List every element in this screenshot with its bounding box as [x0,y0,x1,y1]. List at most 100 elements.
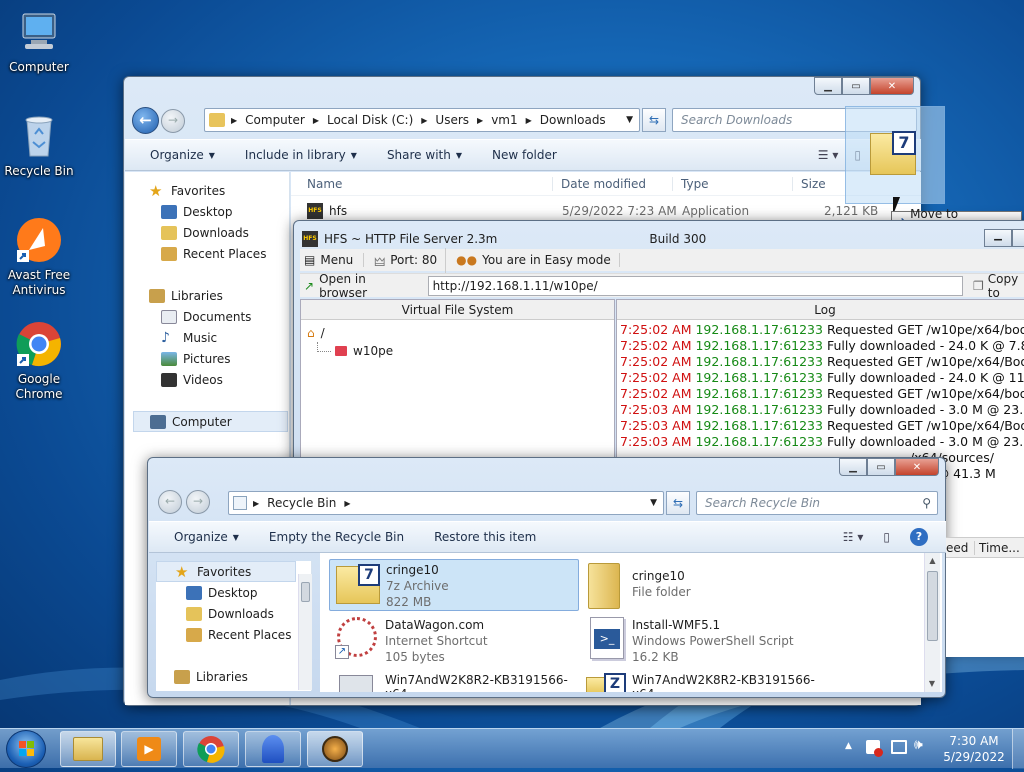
refresh-button[interactable]: ⇆ [642,108,666,132]
nav-recent-places[interactable]: Recent Places [186,624,311,645]
home-icon: ⌂ [307,326,315,340]
breadcrumb-vm1[interactable]: vm1 [491,113,517,127]
address-bar[interactable]: ▶ Recycle Bin ▶ ▼ [228,491,664,515]
copy-to-button[interactable]: ❐ Copy to [967,272,1024,300]
organize-button[interactable]: Organize ▼ [163,530,250,544]
close-button[interactable]: ✕ [870,77,914,95]
url-field[interactable]: http://192.168.1.11/w10pe/ [427,275,963,296]
forward-button[interactable]: → [186,490,210,514]
nav-computer[interactable]: Computer [133,411,288,432]
file-row[interactable]: HFS hfs 5/29/2022 7:23 AM Application 2,… [291,200,921,222]
desktop-icon-avast[interactable]: Avast Free Antivirus [1,216,77,298]
grid-item-win7-kb-1[interactable]: Win7AndW2K8R2-KB3191566-x64 [329,671,579,692]
nav-scrollbar[interactable] [298,574,312,690]
scroll-up-arrow-icon[interactable]: ▲ [925,553,940,569]
nav-label: Downloads [208,606,274,621]
view-options-icon[interactable]: ☰ ▾ [818,148,839,162]
search-input[interactable]: Search Recycle Bin ⚲ [696,491,938,515]
grid-item-install-wmf[interactable]: >_ Install-WMF5.1 Windows PowerShell Scr… [582,615,832,667]
nav-pictures[interactable]: Pictures [161,348,289,369]
forward-button[interactable]: → [161,109,185,133]
back-button[interactable]: ← [132,107,159,134]
grid-item-datawagon[interactable]: ↗ DataWagon.com Internet Shortcut 105 by… [329,615,579,667]
minimize-button[interactable]: ▁ [984,229,1012,247]
help-icon[interactable]: ? [910,528,928,546]
taskbar-media-player[interactable]: ▶ [121,731,177,767]
address-bar[interactable]: ▶ Computer ▶ Local Disk (C:) ▶ Users ▶ v… [204,108,640,132]
port-button[interactable]: 🜲 Port: 80 [364,247,447,273]
open-in-browser-button[interactable]: ↗ Open in browser [300,272,424,300]
taskbar-explorer[interactable] [60,731,116,767]
nav-favorites[interactable]: ★ Favorites [156,561,296,582]
scroll-down-arrow-icon[interactable]: ▼ [925,676,939,692]
chevron-down-icon[interactable]: ▼ [650,498,657,508]
empty-recycle-bin-button[interactable]: Empty the Recycle Bin [258,530,415,544]
vfs-folder[interactable]: w10pe [301,342,614,360]
nav-favorites[interactable]: ★ Favorites [149,180,289,201]
column-header-name[interactable]: Name [291,177,552,191]
share-with-button[interactable]: Share with ▼ [376,148,473,162]
action-center-icon[interactable] [866,740,883,757]
column-header-speed[interactable]: eed [946,541,974,555]
nav-videos[interactable]: Videos [161,369,289,390]
breadcrumb-computer[interactable]: Computer [245,113,305,127]
organize-button[interactable]: Organize ▼ [139,148,226,162]
refresh-button[interactable]: ⇆ [666,491,690,515]
nav-libraries[interactable]: Libraries [149,285,289,306]
view-options-icon[interactable]: ☷ ▾ [843,530,864,544]
nav-downloads[interactable]: Downloads [161,222,289,243]
scroll-thumb[interactable] [927,571,938,641]
maximize-button[interactable]: ▭ [867,458,895,476]
breadcrumb-local-disk[interactable]: Local Disk (C:) [327,113,413,127]
start-button[interactable] [6,730,46,768]
restore-item-button[interactable]: Restore this item [423,530,547,544]
breadcrumb-downloads[interactable]: Downloads [540,113,606,127]
nav-recent-places[interactable]: Recent Places [161,243,289,264]
back-button[interactable]: ← [158,490,182,514]
nav-desktop[interactable]: Desktop [161,201,289,222]
videos-icon [161,372,177,387]
nav-downloads[interactable]: Downloads [186,603,311,624]
taskbar-app-blue[interactable] [245,731,301,767]
grid-item-win7-kb-2[interactable]: Z Win7AndW2K8R2-KB3191566-x64 [582,671,832,692]
column-header-time[interactable]: Time... [974,540,1020,555]
maximize-button[interactable] [1012,229,1024,247]
taskbar-chrome[interactable] [183,731,239,767]
nav-label: Desktop [183,204,233,219]
scroll-thumb[interactable] [301,582,310,602]
show-hidden-icons-button[interactable]: ▲ [845,741,852,751]
menu-button[interactable]: ▤ Menu [300,253,365,267]
desktop-icon-recycle-bin[interactable]: Recycle Bin [1,112,77,179]
preview-pane-icon[interactable]: ▯ [883,530,890,544]
maximize-button[interactable]: ▭ [842,77,870,95]
show-desktop-button[interactable] [1012,729,1024,769]
desktop-icon-computer[interactable]: Computer [1,8,77,75]
content-scrollbar[interactable]: ▲ ▼ [924,553,940,692]
include-in-library-button[interactable]: Include in library ▼ [234,148,368,162]
new-folder-button[interactable]: New folder [481,148,568,162]
column-header-type[interactable]: Type [672,176,792,191]
recycle-file-grid: 7 cringe10 7z Archive 822 MB cringe10 Fi… [320,553,942,692]
column-header-date[interactable]: Date modified [552,176,672,191]
minimize-button[interactable]: ▁ [814,77,842,95]
taskbar-hfs[interactable] [307,731,363,767]
file-name: hfs [329,204,348,218]
grid-item-cringe10-archive[interactable]: 7 cringe10 7z Archive 822 MB [329,559,579,611]
chevron-down-icon[interactable]: ▼ [626,115,633,125]
nav-libraries[interactable]: Libraries [174,666,311,687]
grid-item-cringe10-folder[interactable]: cringe10 File folder [582,559,832,611]
nav-music[interactable]: ♪ Music [161,327,289,348]
vfs-root[interactable]: ⌂ / [301,324,614,342]
recycle-bin-window[interactable]: ▁ ▭ ✕ ← → ▶ Recycle Bin ▶ ▼ ⇆ Search Rec… [147,457,946,698]
close-button[interactable]: ✕ [895,458,939,476]
nav-desktop[interactable]: Desktop [186,582,311,603]
volume-icon[interactable]: 🕪 [914,737,923,753]
network-icon[interactable] [891,740,907,754]
breadcrumb-users[interactable]: Users [435,113,469,127]
mode-button[interactable]: ●● You are in Easy mode [446,253,620,267]
clock[interactable]: 7:30 AM 5/29/2022 [938,733,1010,765]
minimize-button[interactable]: ▁ [839,458,867,476]
nav-documents[interactable]: Documents [161,306,289,327]
breadcrumb-recycle-bin[interactable]: Recycle Bin [267,496,336,510]
desktop-icon-chrome[interactable]: Google Chrome [1,320,77,402]
